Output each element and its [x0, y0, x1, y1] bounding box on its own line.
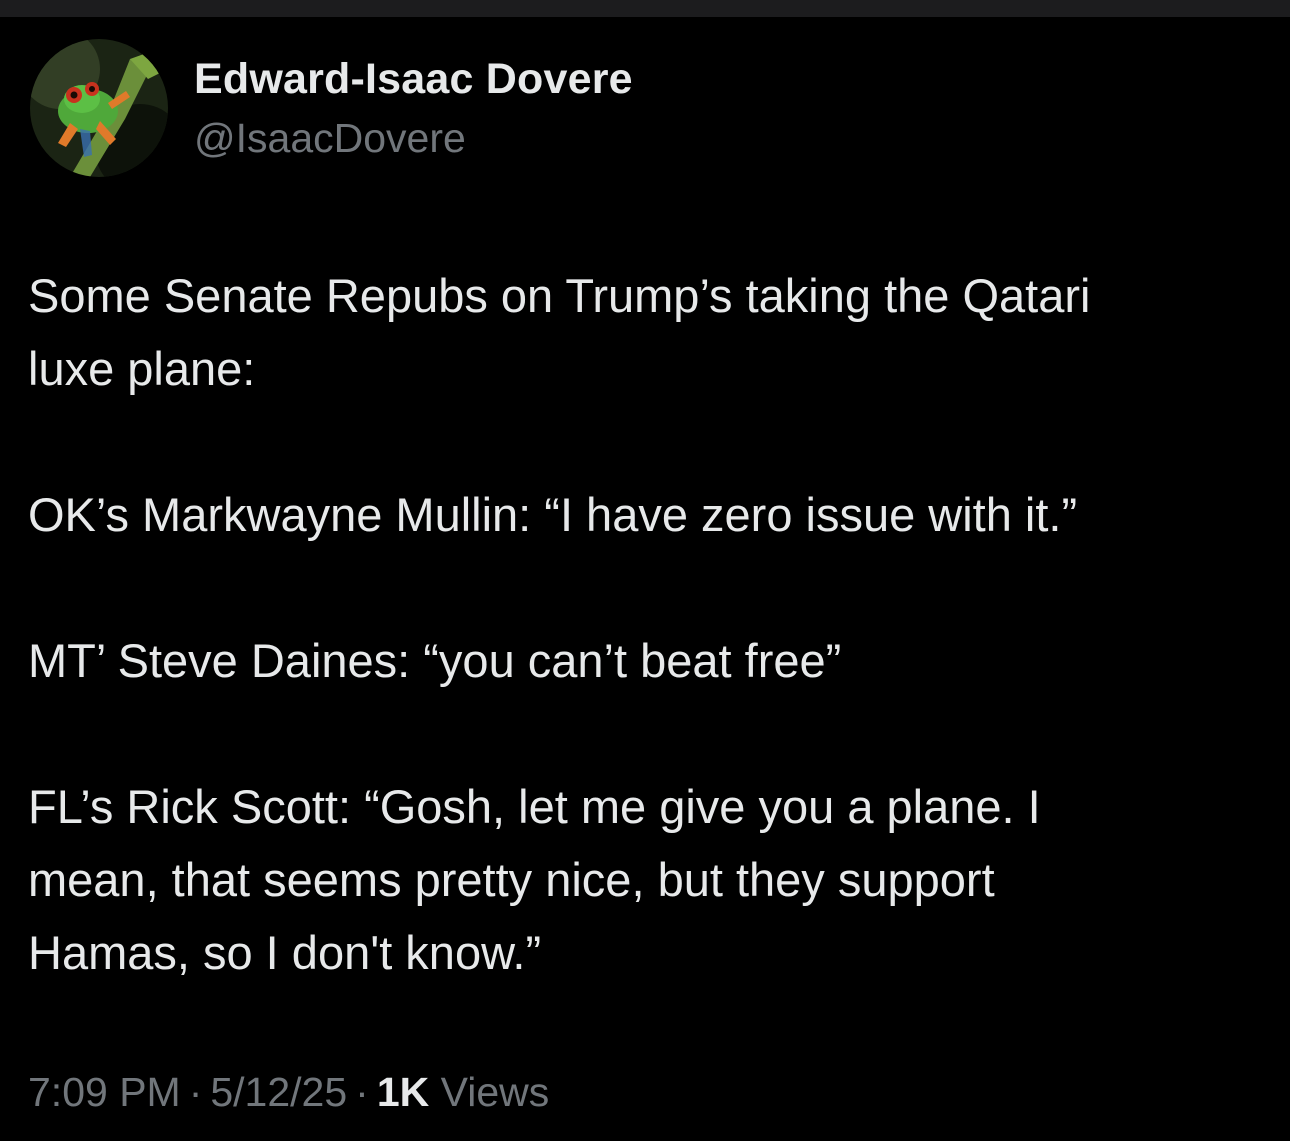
- tweet-paragraph: OK’s Markwayne Mullin: “I have zero issu…: [28, 488, 1078, 541]
- tree-frog-avatar-icon: [30, 39, 168, 177]
- tweet-paragraph: Some Senate Repubs on Trump’s taking the…: [28, 269, 1091, 395]
- top-strip: [0, 0, 1290, 17]
- tweet-body: Some Senate Repubs on Trump’s taking the…: [28, 259, 1268, 989]
- tweet-paragraph: MT’ Steve Daines: “you can’t beat free”: [28, 634, 842, 687]
- tweet-meta: 7:09 PM · 5/12/25 · 1K Views: [28, 1069, 549, 1116]
- meta-separator: ·: [188, 1069, 203, 1115]
- author-handle[interactable]: @IsaacDovere: [194, 115, 466, 162]
- tweet-date[interactable]: 5/12/25: [210, 1069, 347, 1115]
- meta-separator: ·: [355, 1069, 369, 1115]
- author-display-name[interactable]: Edward-Isaac Dovere: [194, 55, 633, 104]
- tweet-paragraph: FL’s Rick Scott: “Gosh, let me give you …: [28, 780, 1041, 979]
- views-label: Views: [440, 1069, 550, 1115]
- avatar[interactable]: [30, 39, 168, 177]
- views-count[interactable]: 1K: [377, 1069, 429, 1115]
- tweet-time[interactable]: 7:09 PM: [28, 1069, 181, 1115]
- tweet-card: Edward-Isaac Dovere @IsaacDovere Some Se…: [0, 17, 1290, 1141]
